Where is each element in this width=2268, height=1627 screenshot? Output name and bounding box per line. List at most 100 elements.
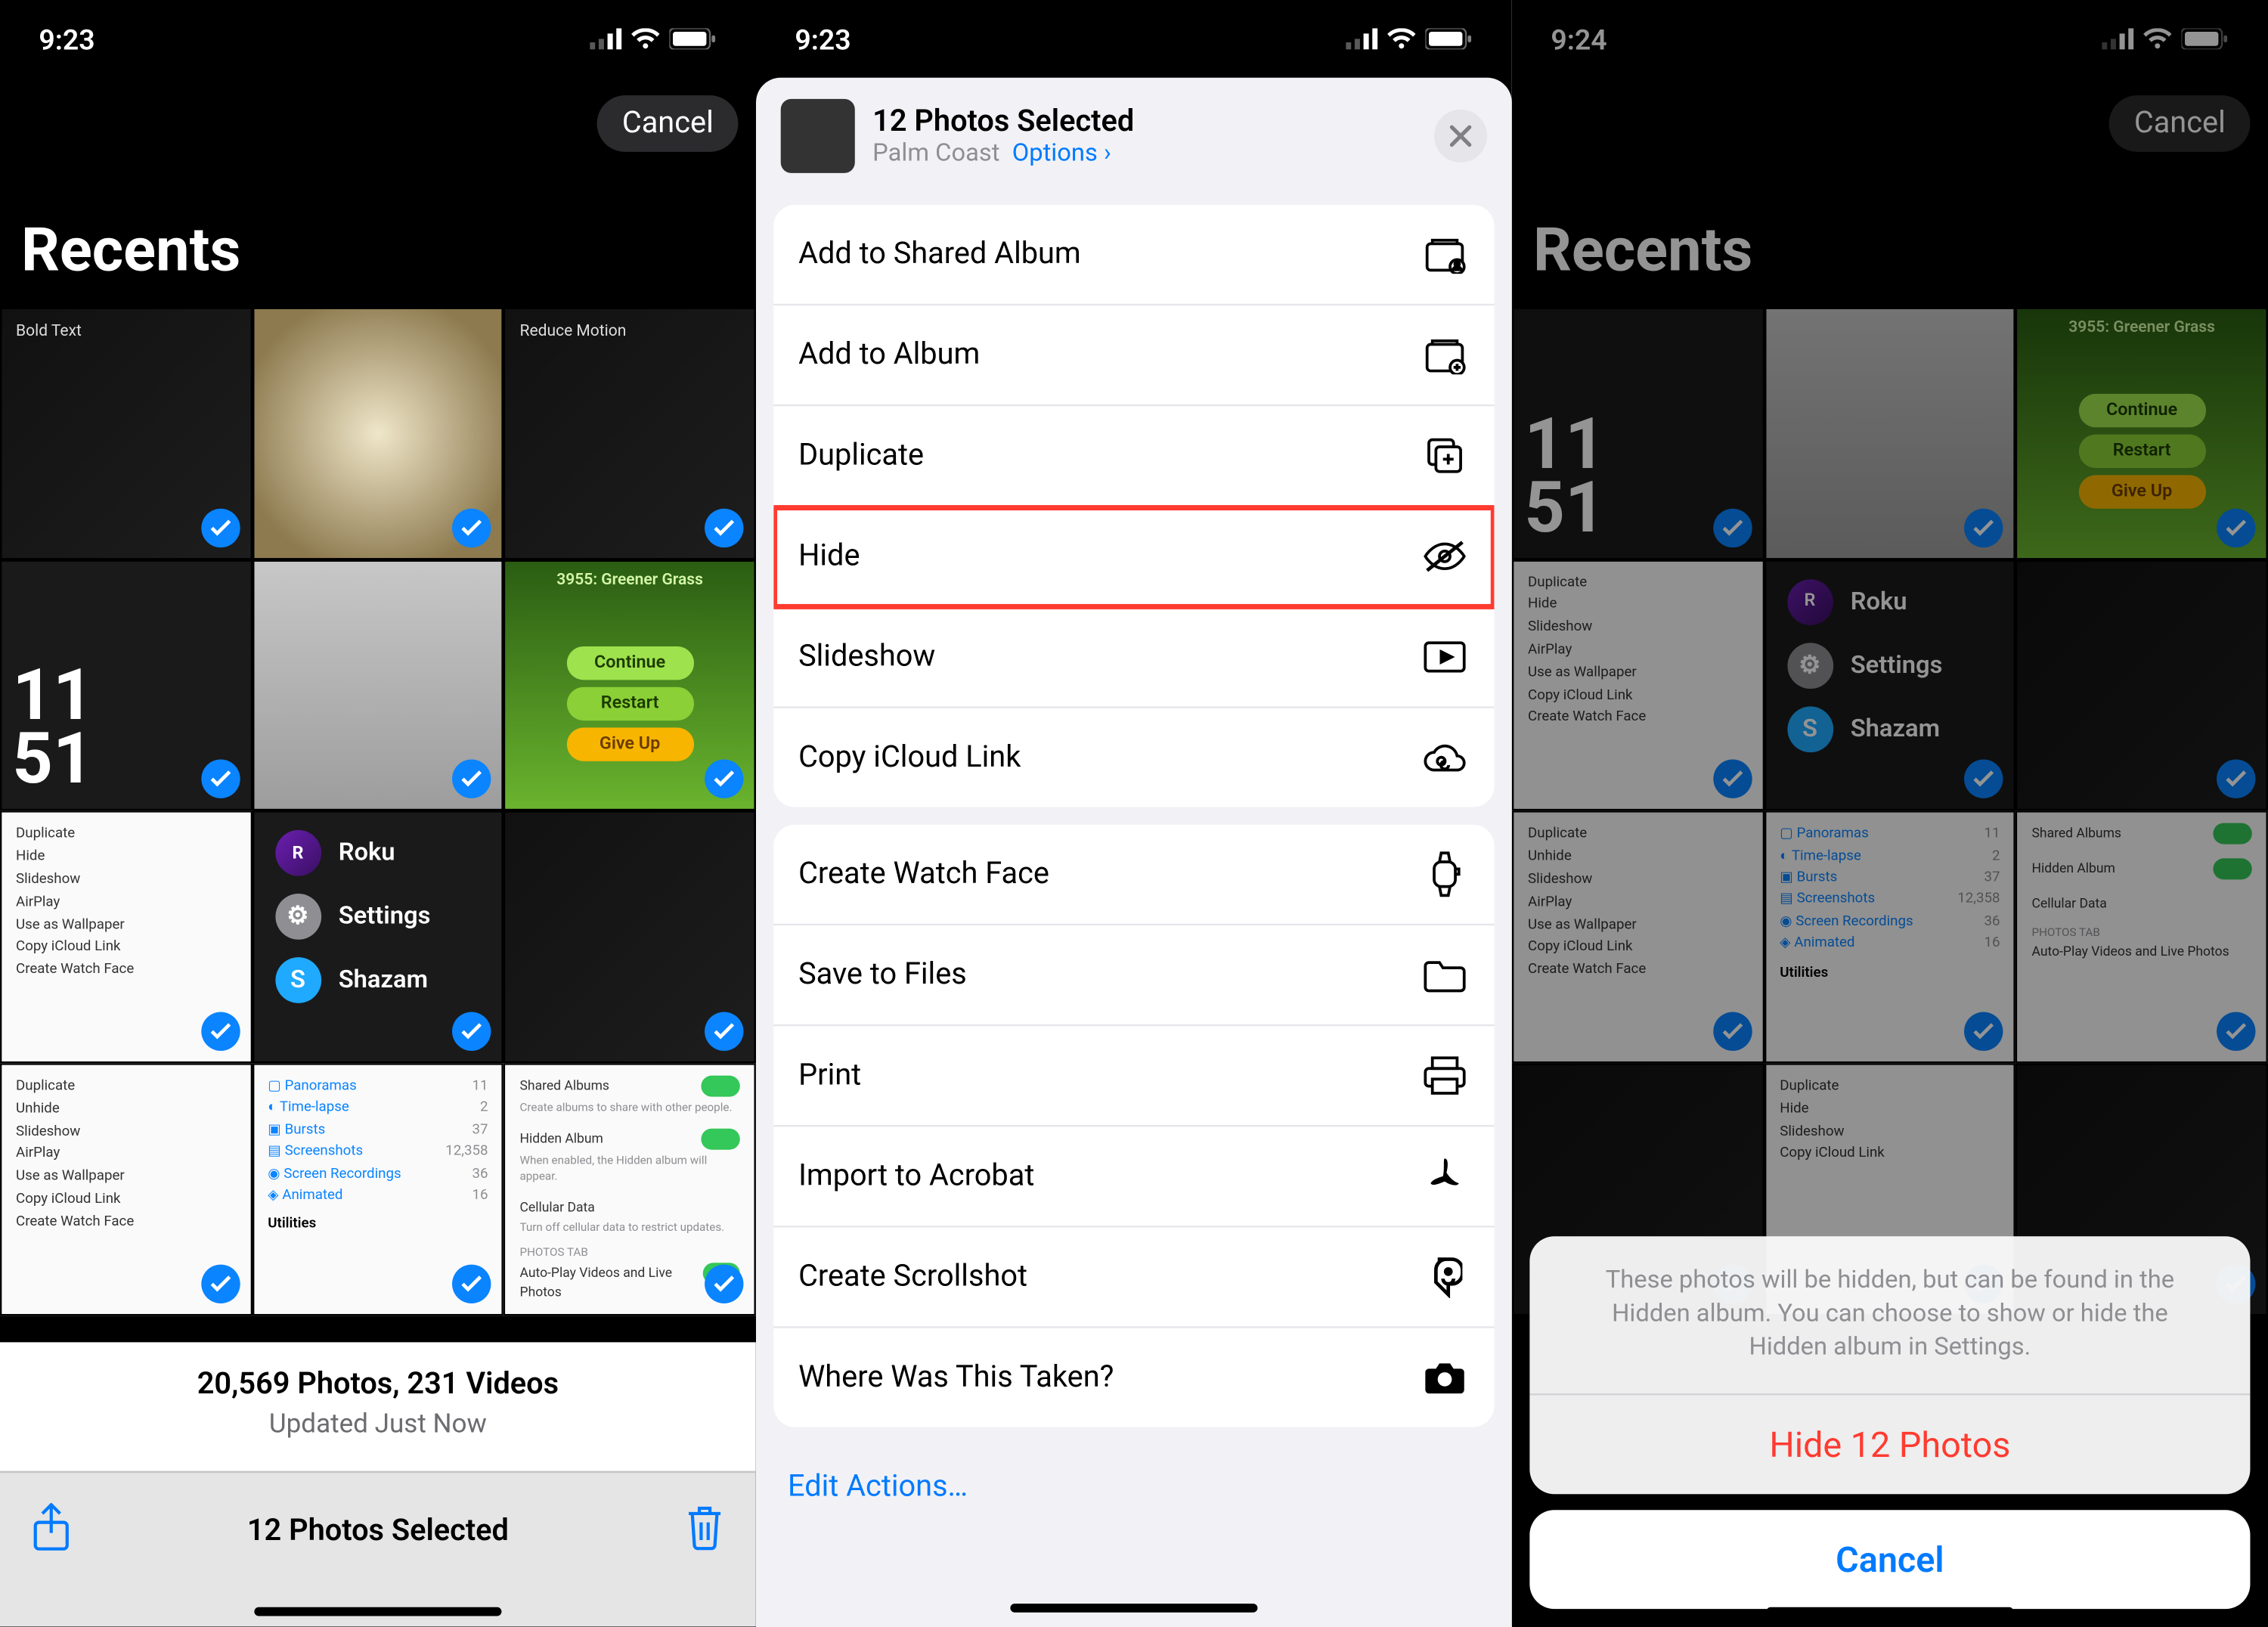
action-scrollshot[interactable]: Create Scrollshot [773, 1228, 1494, 1328]
photo-thumb[interactable]: 3955: Greener Grass Continue Restart Giv… [503, 559, 755, 811]
check-icon [705, 508, 743, 547]
battery-icon [1425, 28, 1473, 49]
wifi-icon [631, 28, 661, 49]
action-duplicate[interactable]: Duplicate [773, 406, 1494, 507]
action-label: Duplicate [798, 438, 924, 473]
photo-thumb[interactable]: DuplicateUnhideSlideshowAirPlayUse as Wa… [0, 1063, 252, 1315]
action-camera[interactable]: Where Was This Taken? [773, 1328, 1494, 1427]
photo-thumb[interactable]: Shared Albums Create albums to share wit… [503, 1063, 755, 1315]
action-label: Save to Files [798, 957, 967, 993]
action-label: Import to Acrobat [798, 1158, 1034, 1194]
sheet-title: 12 Photos Selected [872, 104, 1134, 140]
check-icon [201, 1012, 240, 1050]
duplicate-icon [1420, 431, 1469, 480]
cancel-button[interactable]: Cancel [1529, 1510, 2250, 1609]
photo-thumb[interactable] [252, 307, 503, 559]
album-title: Recents [21, 215, 240, 286]
check-icon [453, 1264, 491, 1303]
status-icons [1346, 28, 1473, 49]
signal-icon [590, 28, 621, 49]
sheet-subtitle: Palm Coast Options › [872, 140, 1134, 168]
watch-icon [1420, 850, 1469, 899]
updated-label: Updated Just Now [0, 1408, 756, 1440]
bottom-toolbar: 12 Photos Selected [0, 1471, 756, 1627]
action-label: Where Was This Taken? [798, 1360, 1114, 1396]
action-print[interactable]: Print [773, 1026, 1494, 1127]
close-button[interactable] [1434, 110, 1487, 163]
action-label: Hide [798, 538, 860, 574]
selection-thumbnail [781, 99, 855, 173]
action-label: Create Scrollshot [798, 1260, 1027, 1295]
action-label: Add to Album [798, 337, 980, 373]
check-icon [201, 508, 240, 547]
selection-count: 12 Photos Selected [247, 1513, 509, 1548]
battery-icon [669, 28, 717, 49]
check-icon [705, 1264, 743, 1303]
library-summary: 20,569 Photos, 231 Videos Updated Just N… [0, 1342, 756, 1471]
cancel-button[interactable]: Cancel [597, 95, 738, 152]
photo-thumb[interactable]: Reduce Motion [503, 307, 755, 559]
action-play[interactable]: Slideshow [773, 608, 1494, 708]
hide-icon [1420, 531, 1469, 581]
confirm-message: These photos will be hidden, but can be … [1529, 1237, 2250, 1395]
check-icon [201, 760, 240, 798]
action-acrobat[interactable]: Import to Acrobat [773, 1127, 1494, 1227]
photo-thumb[interactable]: Bold Text [0, 307, 252, 559]
print-icon [1420, 1051, 1469, 1100]
photo-thumb[interactable] [252, 559, 503, 811]
action-album[interactable]: Add to Album [773, 305, 1494, 406]
action-hide[interactable]: Hide [773, 507, 1494, 607]
acrobat-icon [1420, 1151, 1469, 1201]
share-sheet: 12 Photos Selected Palm Coast Options › … [756, 78, 1512, 1627]
action-label: Print [798, 1058, 861, 1093]
status-time: 9:23 [39, 22, 94, 55]
check-icon [453, 508, 491, 547]
check-icon [705, 1012, 743, 1050]
action-label: Add to Shared Album [798, 237, 1081, 272]
options-link[interactable]: Options › [1012, 140, 1111, 168]
wifi-icon [1387, 28, 1417, 49]
camera-icon [1420, 1353, 1469, 1402]
album-header: Cancel Recents [0, 78, 756, 308]
shared-album-icon [1420, 230, 1469, 279]
trash-icon [685, 1504, 723, 1550]
photo-thumb[interactable]: RRoku ⚙Settings SShazam [252, 811, 503, 1063]
action-cloud[interactable]: Copy iCloud Link [773, 708, 1494, 807]
share-button[interactable] [32, 1502, 70, 1559]
check-icon [201, 1264, 240, 1303]
action-shared-album[interactable]: Add to Shared Album [773, 205, 1494, 305]
photo-thumb[interactable]: DuplicateHideSlideshowAirPlayUse as Wall… [0, 811, 252, 1063]
trash-button[interactable] [685, 1504, 723, 1557]
album-icon [1420, 330, 1469, 380]
action-folder[interactable]: Save to Files [773, 925, 1494, 1026]
check-icon [453, 1012, 491, 1050]
hide-photos-button[interactable]: Hide 12 Photos [1529, 1395, 2250, 1494]
confirm-sheet: These photos will be hidden, but can be … [1529, 1237, 2250, 1609]
action-watch[interactable]: Create Watch Face [773, 825, 1494, 925]
action-group-2: Create Watch Face Save to Files Print Impor… [773, 825, 1494, 1427]
photo-thumb[interactable]: ▢ Panoramas11 ◐ Time-lapse2 ▣ Bursts37 ▤… [252, 1063, 503, 1315]
photo-thumb[interactable]: 1151 [0, 559, 252, 811]
status-time: 9:23 [795, 22, 850, 55]
photo-thumb[interactable] [503, 811, 755, 1063]
check-icon [453, 760, 491, 798]
status-bar: 9:23 [756, 0, 1512, 78]
action-label: Copy iCloud Link [798, 740, 1021, 776]
status-icons [590, 28, 717, 49]
home-indicator [254, 1607, 501, 1616]
status-bar: 9:23 [0, 0, 756, 78]
signal-icon [1346, 28, 1377, 49]
cloud-icon [1420, 733, 1469, 782]
action-label: Slideshow [798, 640, 935, 675]
home-indicator [1010, 1604, 1257, 1613]
photo-count: 20,569 Photos, 231 Videos [0, 1367, 756, 1402]
play-icon [1420, 632, 1469, 681]
scrollshot-icon [1420, 1252, 1469, 1301]
sheet-header: 12 Photos Selected Palm Coast Options › [756, 78, 1512, 194]
action-label: Create Watch Face [798, 857, 1049, 892]
photo-grid: Bold Text Reduce Motion 1151 3955: Green… [0, 307, 756, 1315]
edit-actions-link[interactable]: Edit Actions… [756, 1445, 1512, 1529]
folder-icon [1420, 950, 1469, 999]
close-icon [1448, 124, 1473, 149]
home-indicator [1766, 1607, 2013, 1616]
